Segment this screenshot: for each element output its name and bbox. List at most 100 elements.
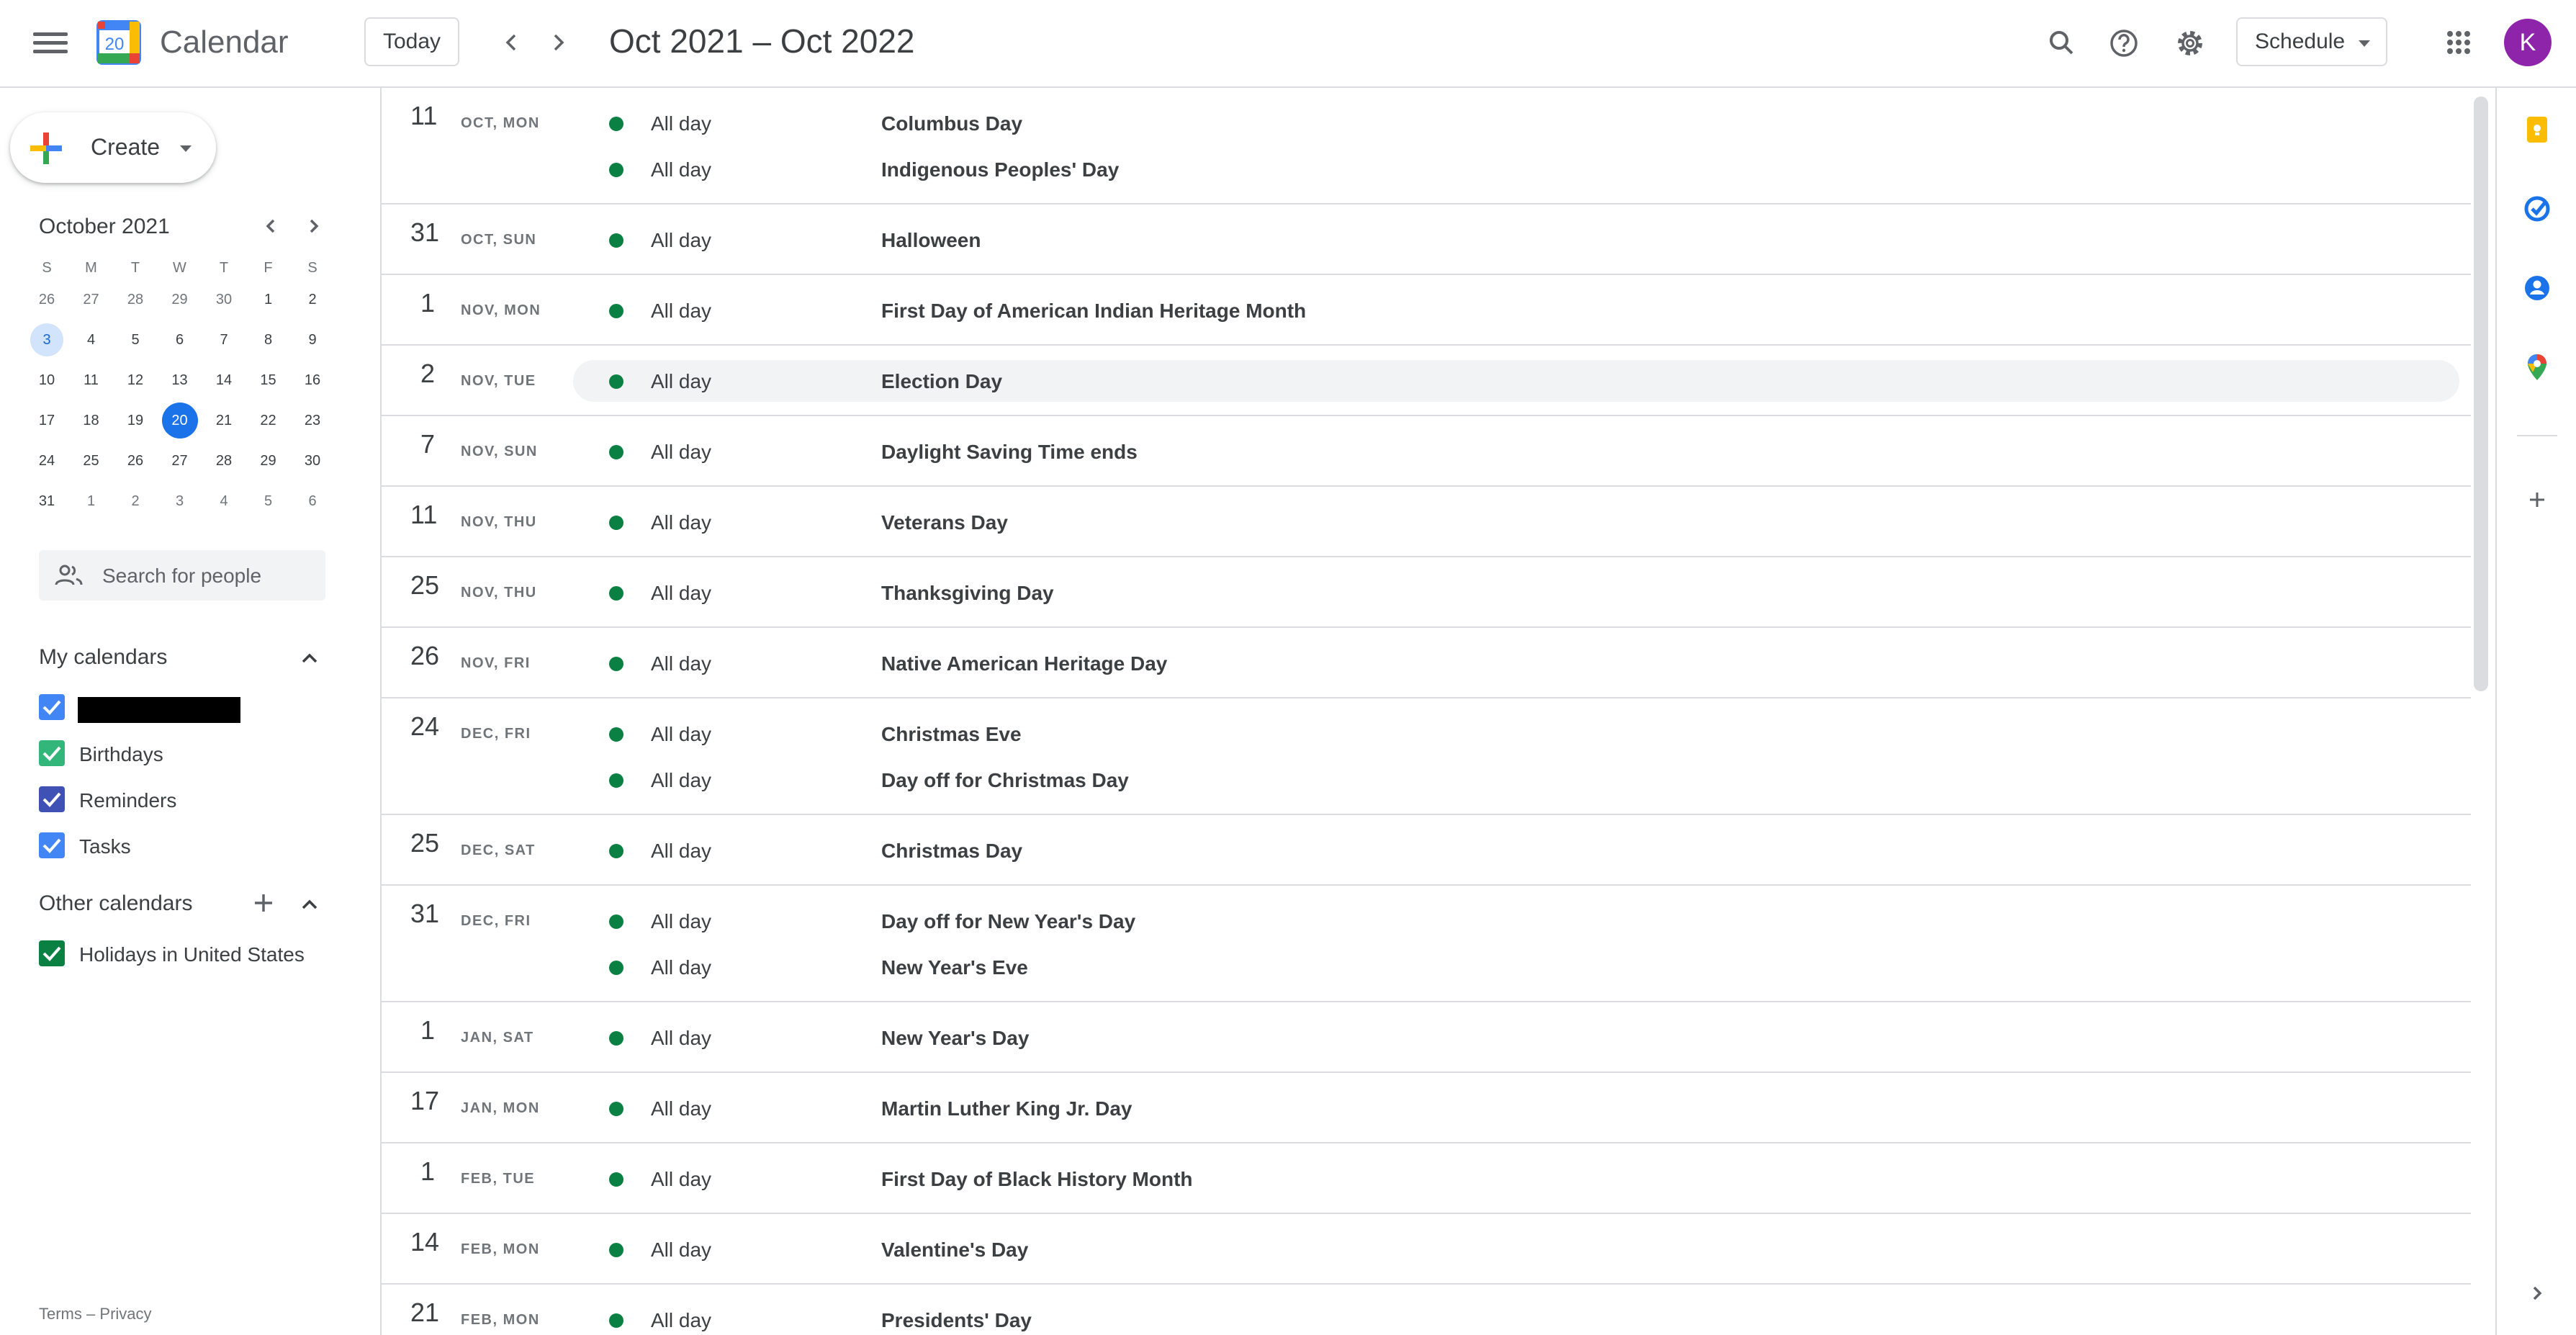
schedule-event[interactable]: All day Native American Heritage Day [573, 642, 2459, 684]
mini-calendar-day[interactable]: 17 [26, 403, 68, 438]
mini-calendar-day[interactable]: 15 [248, 363, 289, 397]
account-avatar[interactable]: K [2504, 19, 2552, 66]
expand-panel-chevron-icon[interactable] [2520, 1276, 2554, 1311]
mini-calendar-day[interactable]: 29 [248, 444, 289, 478]
day-label[interactable]: DEC, FRI [461, 726, 531, 742]
calendar-list-item[interactable]: Birthdays [39, 739, 341, 770]
mini-calendar-prev-icon[interactable] [255, 210, 287, 242]
calendar-list-item[interactable]: Reminders [39, 785, 341, 817]
day-label[interactable]: NOV, THU [461, 514, 537, 531]
schedule-event[interactable]: All day Daylight Saving Time ends [573, 431, 2459, 472]
mini-calendar-day[interactable]: 5 [248, 484, 289, 518]
mini-calendar-day[interactable]: 1 [71, 484, 112, 518]
contacts-icon[interactable] [2520, 271, 2554, 305]
schedule-event[interactable]: All day Columbus Day [573, 102, 2459, 144]
schedule-event[interactable]: All day Indigenous Peoples' Day [573, 148, 2459, 190]
schedule-event[interactable]: All day Halloween [573, 219, 2459, 261]
search-icon[interactable] [2042, 23, 2082, 63]
mini-calendar-day[interactable]: 29 [159, 282, 201, 317]
day-label[interactable]: FEB, TUE [461, 1171, 535, 1187]
day-label[interactable]: OCT, MON [461, 115, 540, 132]
collapse-other-calendars-icon[interactable] [294, 889, 325, 920]
mini-calendar-day[interactable]: 6 [292, 484, 333, 518]
mini-calendar-day[interactable]: 9 [292, 323, 333, 357]
schedule-event[interactable]: All day Thanksgiving Day [573, 572, 2459, 613]
mini-calendar-day[interactable]: 13 [159, 363, 201, 397]
schedule-event[interactable]: All day Election Day [573, 360, 2459, 402]
mini-calendar-day[interactable]: 8 [248, 323, 289, 357]
day-label[interactable]: FEB, MON [461, 1312, 540, 1329]
today-button[interactable]: Today [364, 17, 459, 66]
schedule-event[interactable]: All day Martin Luther King Jr. Day [573, 1087, 2459, 1129]
mini-calendar-day[interactable]: 3 [159, 484, 201, 518]
collapse-my-calendars-icon[interactable] [294, 642, 325, 674]
schedule-event[interactable]: All day Veterans Day [573, 501, 2459, 543]
mini-calendar-day[interactable]: 4 [71, 323, 112, 357]
get-addons-plus-icon[interactable] [2520, 482, 2554, 517]
day-label[interactable]: FEB, MON [461, 1241, 540, 1258]
mini-calendar-day[interactable]: 3 [26, 323, 68, 357]
google-apps-grid-icon[interactable] [2441, 24, 2477, 60]
my-calendars-heading[interactable]: My calendars [39, 645, 167, 670]
day-label[interactable]: DEC, FRI [461, 913, 531, 930]
mini-calendar-day[interactable]: 26 [114, 444, 156, 478]
mini-calendar-day[interactable]: 30 [203, 282, 245, 317]
mini-calendar-day[interactable]: 30 [292, 444, 333, 478]
settings-gear-icon[interactable] [2170, 23, 2210, 63]
day-label[interactable]: OCT, SUN [461, 232, 536, 248]
mini-calendar-day[interactable]: 6 [159, 323, 201, 357]
mini-calendar-day[interactable]: 7 [203, 323, 245, 357]
day-label[interactable]: DEC, SAT [461, 842, 536, 859]
day-label[interactable]: NOV, SUN [461, 444, 538, 460]
schedule-event[interactable]: All day Presidents' Day [573, 1299, 2459, 1335]
mini-calendar-day[interactable]: 20 [159, 403, 201, 439]
schedule-event[interactable]: All day New Year's Day [573, 1017, 2459, 1058]
mini-calendar-day[interactable]: 24 [26, 444, 68, 478]
mini-calendar-day[interactable]: 12 [114, 363, 156, 397]
mini-calendar-day[interactable]: 22 [248, 403, 289, 438]
prev-period-icon[interactable] [494, 24, 530, 60]
mini-calendar-day[interactable]: 27 [159, 444, 201, 478]
calendar-checkbox[interactable] [39, 832, 65, 858]
schedule-event[interactable]: All day Christmas Eve [573, 713, 2459, 755]
tasks-icon[interactable] [2520, 192, 2554, 226]
day-label[interactable]: NOV, THU [461, 585, 537, 601]
schedule-event[interactable]: All day Christmas Day [573, 830, 2459, 871]
mini-calendar-day[interactable]: 28 [114, 282, 156, 317]
mini-calendar-day[interactable]: 28 [203, 444, 245, 478]
help-icon[interactable] [2104, 23, 2144, 63]
maps-icon[interactable] [2520, 350, 2554, 385]
mini-calendar-day[interactable]: 26 [26, 282, 68, 317]
mini-calendar-day[interactable]: 31 [26, 484, 68, 518]
add-other-calendar-icon[interactable] [248, 887, 279, 919]
calendar-checkbox[interactable] [39, 786, 65, 812]
mini-calendar-day[interactable]: 14 [203, 363, 245, 397]
day-label[interactable]: JAN, MON [461, 1100, 540, 1117]
schedule-event[interactable]: All day First Day of Black History Month [573, 1158, 2459, 1200]
calendar-list-item[interactable]: Tasks [39, 831, 341, 863]
day-label[interactable]: NOV, TUE [461, 373, 536, 390]
main-menu-icon[interactable] [33, 27, 68, 62]
calendar-checkbox[interactable] [39, 694, 65, 720]
mini-calendar-day[interactable]: 25 [71, 444, 112, 478]
mini-calendar-day[interactable]: 5 [114, 323, 156, 357]
day-label[interactable]: NOV, FRI [461, 655, 531, 672]
mini-calendar-day[interactable]: 2 [114, 484, 156, 518]
calendar-checkbox[interactable] [39, 740, 65, 766]
mini-calendar-day[interactable]: 1 [248, 282, 289, 317]
keep-notes-icon[interactable] [2520, 112, 2554, 147]
calendar-checkbox[interactable] [39, 940, 65, 966]
schedule-event[interactable]: All day New Year's Eve [573, 946, 2459, 988]
terms-link[interactable]: Terms [39, 1305, 82, 1323]
schedule-scrollbar[interactable] [2474, 96, 2488, 691]
day-label[interactable]: NOV, MON [461, 302, 541, 319]
calendar-logo[interactable]: 20 [96, 20, 141, 65]
mini-calendar-day[interactable]: 11 [71, 363, 112, 397]
mini-calendar-day[interactable]: 4 [203, 484, 245, 518]
schedule-event[interactable]: All day Day off for New Year's Day [573, 900, 2459, 942]
calendar-list-item[interactable]: Holidays in United States [39, 939, 341, 971]
mini-calendar-day[interactable]: 16 [292, 363, 333, 397]
mini-calendar-day[interactable]: 2 [292, 282, 333, 317]
mini-calendar-day[interactable]: 18 [71, 403, 112, 438]
mini-calendar-day[interactable]: 23 [292, 403, 333, 438]
